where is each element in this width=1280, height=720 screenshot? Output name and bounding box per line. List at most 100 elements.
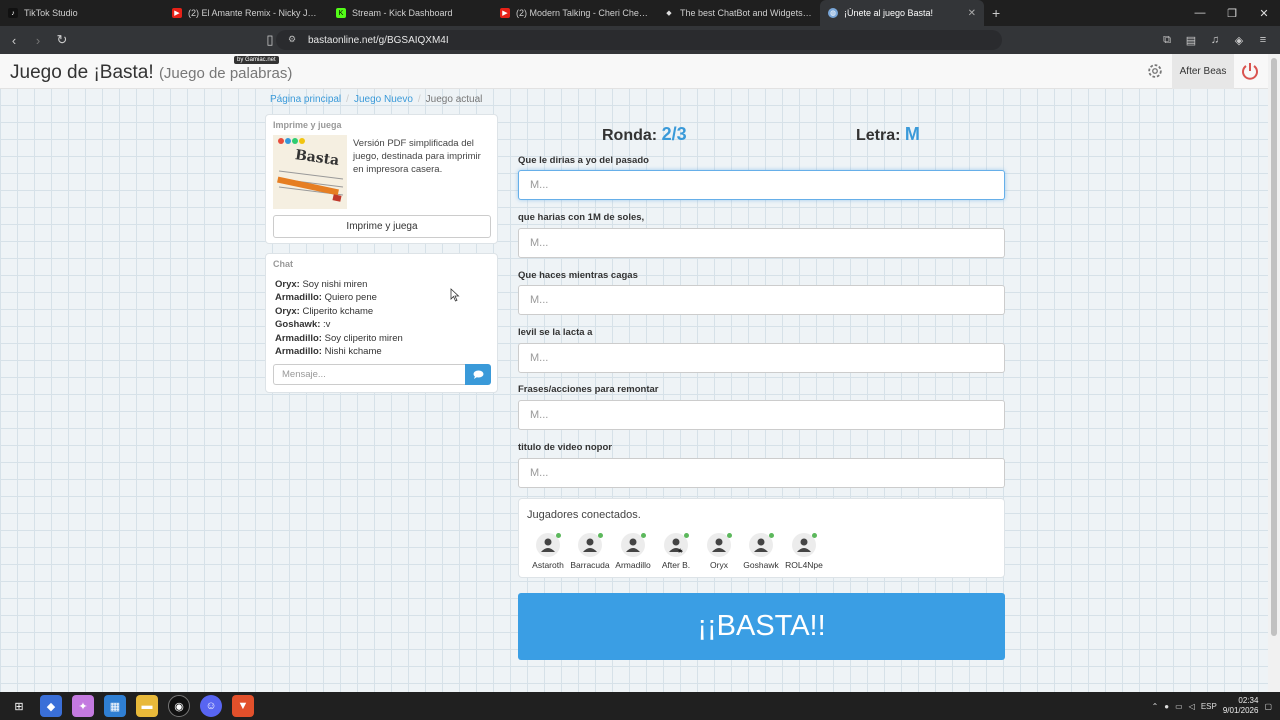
chat-send-button[interactable] [465, 364, 491, 385]
minimize-icon[interactable]: — [1184, 0, 1216, 26]
user-menu[interactable]: After Beas [1172, 54, 1234, 89]
category-input[interactable]: M... [518, 400, 1005, 430]
chat-text: Quiero pene [324, 292, 377, 304]
browser-tab[interactable]: K Stream - Kick Dashboard [328, 0, 492, 26]
online-status-dot [727, 533, 732, 538]
notification-icon[interactable]: ▢ [1264, 702, 1272, 711]
chat-user: Armadillo: [275, 332, 322, 344]
category-label: Frases/acciones para remontar [518, 384, 659, 395]
copilot-icon[interactable]: ✦ [72, 695, 94, 717]
category-label: titulo de video nopor [518, 442, 612, 453]
category-label: Que le dirias a yo del pasado [518, 155, 649, 166]
player-item: Goshawk [737, 533, 785, 570]
chat-user: Armadillo: [275, 292, 322, 304]
music-icon[interactable]: ♫ [1206, 30, 1224, 50]
browser-tab[interactable]: ▶ (2) El Amante Remix - Nicky Jam ft O [164, 0, 328, 26]
page-scrollbar[interactable] [1268, 54, 1280, 692]
print-and-play-button[interactable]: Imprime y juega [273, 215, 491, 238]
close-icon[interactable]: ✕ [968, 8, 976, 19]
restore-icon[interactable]: ❐ [1216, 0, 1248, 26]
breadcrumb-new-game-link[interactable]: Juego Nuevo [354, 94, 413, 105]
print-preview-image[interactable]: Basta [273, 135, 347, 209]
player-name: Armadillo [615, 560, 651, 570]
print-description: Versión PDF simplificada del juego, dest… [353, 138, 481, 175]
globe-icon: ◍ [828, 8, 838, 18]
chat-user: Oryx: [275, 279, 300, 290]
browser-tab[interactable]: ◆ The best ChatBot and Widgets fo [656, 0, 820, 26]
user-icon [536, 533, 561, 557]
close-window-icon[interactable]: ✕ [1248, 0, 1280, 26]
tiktok-icon: ♪ [8, 8, 18, 18]
gamiac-badge: by Gamiac.net [234, 56, 279, 64]
online-status-dot [812, 533, 817, 538]
online-status-dot [556, 533, 561, 538]
scrollbar-thumb[interactable] [1271, 58, 1277, 636]
page-content: Juego de ¡Basta! (Juego de palabras) by … [0, 54, 1268, 692]
language-indicator[interactable]: ESP [1201, 702, 1217, 711]
category-input[interactable]: M... [518, 170, 1005, 200]
browser-tab[interactable]: ♪ TikTok Studio [0, 0, 164, 26]
app-icon[interactable]: ◆ [40, 695, 62, 717]
category-label: que harias con 1M de soles, [518, 212, 645, 223]
extensions-icon[interactable]: ⧉ [1158, 30, 1176, 50]
category-input[interactable]: M... [518, 458, 1005, 488]
round-label: Ronda: [602, 127, 658, 144]
store-icon[interactable]: ▦ [104, 695, 126, 717]
letter-value: M [904, 124, 920, 144]
chat-text: Soy nishi miren [302, 279, 368, 290]
player-item: Astaroth [524, 533, 572, 570]
online-status-dot [598, 533, 603, 538]
shield-icon[interactable]: ◈ [1230, 30, 1248, 50]
chat-message-input[interactable]: Mensaje... [273, 364, 465, 385]
online-status-dot [684, 533, 689, 538]
user-icon [792, 533, 817, 557]
site-info-icon[interactable]: ⚙ [288, 34, 300, 46]
chat-text: Cliperito kchame [302, 305, 374, 317]
reload-icon[interactable]: ↻ [52, 30, 72, 50]
print-preview-graphic: Basta [273, 135, 347, 209]
network-icon[interactable]: ▭ [1175, 702, 1183, 711]
chevron-up-icon[interactable]: ⌃ [1152, 702, 1159, 711]
back-icon[interactable]: ‹ [4, 30, 24, 50]
power-icon[interactable] [1240, 61, 1260, 81]
obs-icon[interactable]: ◉ [168, 695, 190, 717]
print-panel: Imprime y juega Basta Versión PDF simpli… [265, 114, 498, 244]
folder-icon[interactable]: ▬ [136, 695, 158, 717]
clock-time: 02:34 [1238, 696, 1259, 705]
clock-date: 9/01/2026 [1222, 706, 1259, 715]
connected-players-panel: Jugadores conectados. Astaroth Barracuda… [518, 498, 1005, 578]
chat-message: Oryx: Cliperito kchame [275, 305, 490, 318]
breadcrumb-home-link[interactable]: Página principal [270, 94, 341, 105]
chat-text: Soy cliperito miren [324, 332, 403, 344]
player-item-self: ★ After B. [652, 533, 700, 570]
user-icon [707, 533, 732, 557]
browser-tab[interactable]: ▶ (2) Modern Talking - Cheri Cheri Lady [492, 0, 656, 26]
menu-icon[interactable]: ≡ [1254, 30, 1272, 50]
player-item: ROL4Npe [780, 533, 828, 570]
new-tab-icon[interactable]: + [984, 5, 1008, 21]
player-name: ROL4Npe [785, 560, 823, 570]
system-clock[interactable]: 02:34 9/01/2026 [1223, 696, 1259, 716]
microphone-icon[interactable]: ● [1164, 702, 1169, 711]
category-input[interactable]: M... [518, 343, 1005, 373]
discord-icon[interactable]: ☺ [200, 695, 222, 717]
round-indicator: Ronda: 2/3 [602, 124, 687, 145]
category-input[interactable]: M... [518, 228, 1005, 258]
basta-button[interactable]: ¡¡BASTA!! [518, 593, 1005, 660]
sidebar-icon[interactable]: ▤ [1182, 30, 1200, 50]
player-name: Goshawk [743, 560, 779, 570]
forward-icon[interactable]: › [28, 30, 48, 50]
category-label: levil se la lacta a [518, 327, 593, 338]
url-bar[interactable]: ⚙ bastaonline.net/g/BGSAIQXM4I [276, 30, 1002, 50]
category-input[interactable]: M... [518, 285, 1005, 315]
browser-tab-active[interactable]: ◍ ¡Únete al juego Basta! ✕ [820, 0, 984, 26]
youtube-icon: ▶ [500, 8, 510, 18]
site-subtitle: (Juego de palabras) [158, 65, 293, 82]
tab-label: (2) Modern Talking - Cheri Cheri Lady [516, 8, 648, 18]
gear-icon[interactable] [1146, 62, 1164, 80]
windows-start-icon[interactable]: ⊞ [8, 695, 30, 717]
volume-icon[interactable]: ◁ [1189, 702, 1195, 711]
brave-icon[interactable]: ▼ [232, 695, 254, 717]
player-item: Oryx [695, 533, 743, 570]
site-title[interactable]: Juego de ¡Basta! (Juego de palabras) [10, 62, 292, 84]
